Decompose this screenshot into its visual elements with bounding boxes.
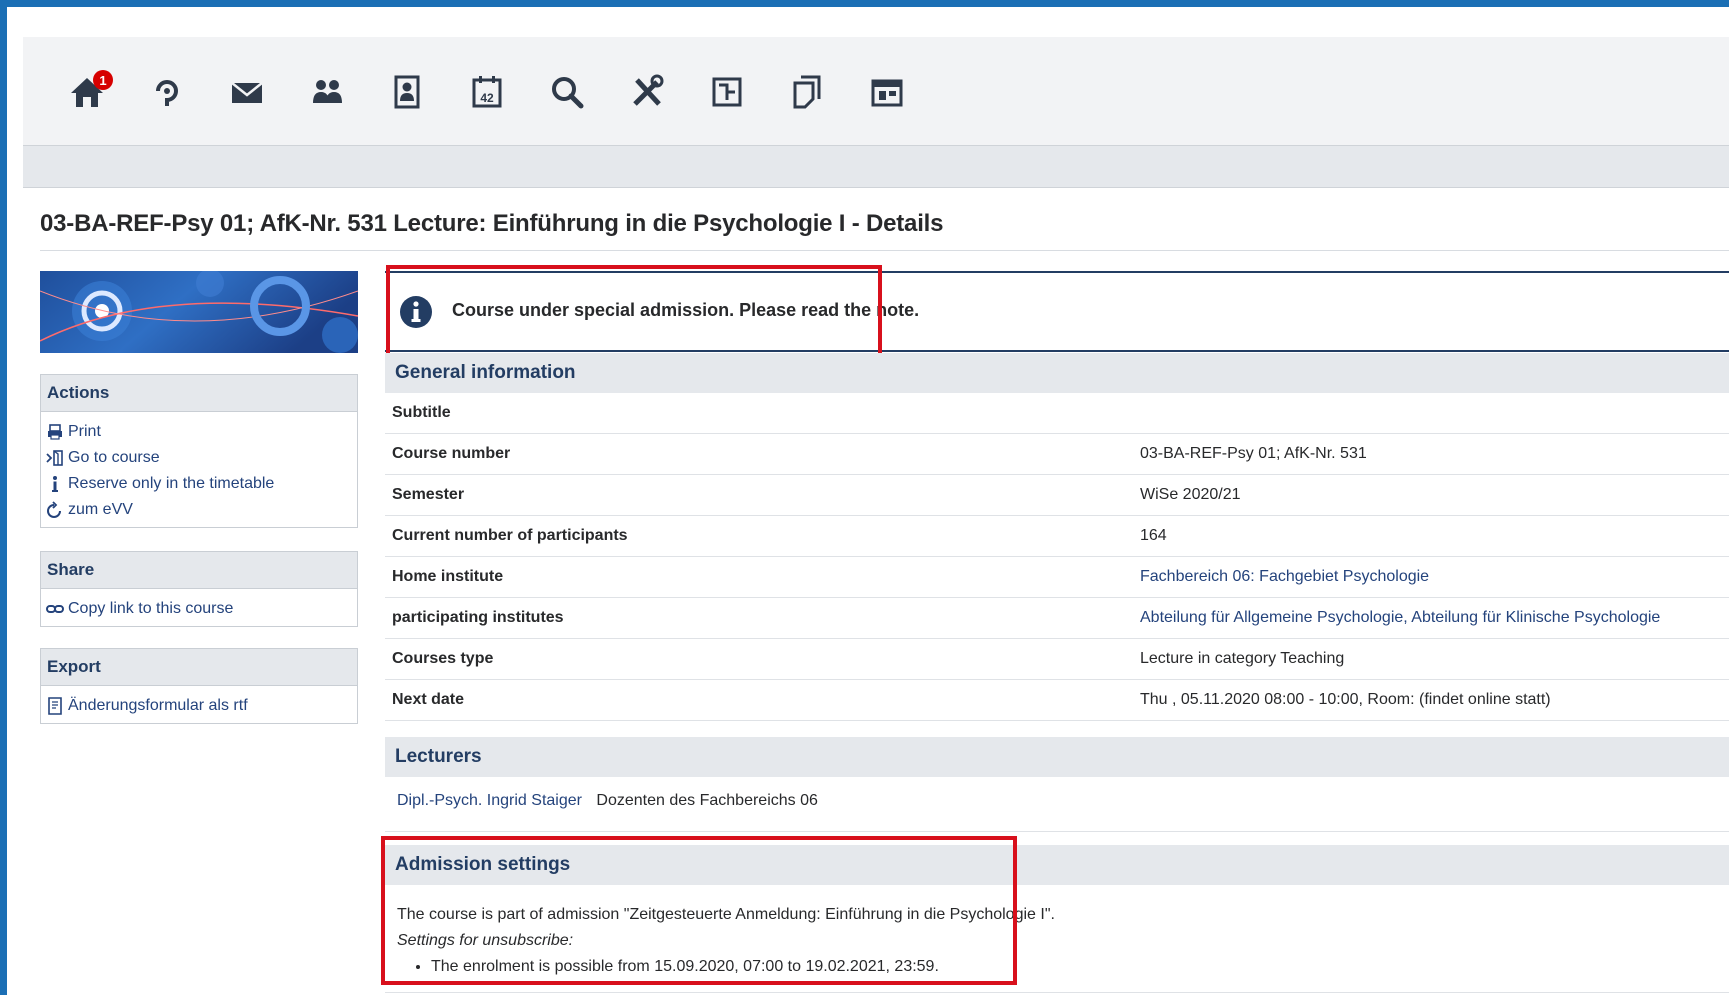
info-icon (46, 475, 64, 493)
top-navigation-bar: 1 42 (23, 37, 1729, 145)
lecturer-row: Dipl.-Psych. Ingrid Staiger Dozenten des… (397, 792, 818, 810)
table-row: participating institutes Abteilung für A… (385, 597, 1729, 639)
row-value: Lecture in category Teaching (1140, 638, 1729, 680)
profile-icon (394, 75, 420, 109)
print-icon (46, 423, 64, 441)
share-widget-title: Share (41, 552, 357, 589)
general-info-heading: General information (385, 353, 1729, 393)
share-widget: Share Copy link to this course (40, 551, 358, 627)
table-row: Course number 03-BA-REF-Psy 01; AfK-Nr. … (385, 433, 1729, 475)
nav-calendar[interactable]: 42 (447, 67, 527, 117)
plugin-icon (871, 79, 903, 107)
nav-profile[interactable] (367, 67, 447, 117)
link-icon (46, 600, 64, 618)
notification-badge: 1 (93, 70, 113, 90)
nav-community[interactable] (287, 67, 367, 117)
nav-tools[interactable] (607, 67, 687, 117)
lecturers-heading: Lecturers (385, 737, 1729, 777)
row-value: 164 (1140, 515, 1729, 557)
row-key: Next date (385, 679, 1140, 721)
file-icon (46, 697, 64, 715)
refresh-icon (46, 501, 64, 519)
row-value: WiSe 2020/21 (1140, 474, 1729, 516)
nav-plugins[interactable] (847, 67, 927, 117)
nav-icon-bar: 1 42 (47, 67, 927, 117)
nav-messages[interactable] (207, 67, 287, 117)
nav-search[interactable] (527, 67, 607, 117)
table-row: Subtitle (385, 393, 1729, 434)
export-rtf-form[interactable]: Änderungsformular als rtf (46, 693, 352, 719)
general-info-table: Subtitle Course number 03-BA-REF-Psy 01;… (385, 393, 1729, 721)
row-key: Course number (385, 433, 1140, 475)
navigation-subbar (23, 145, 1729, 188)
nav-documents[interactable] (767, 67, 847, 117)
participating-institutes-link[interactable]: Abteilung für Allgemeine Psychologie, Ab… (1140, 597, 1729, 639)
row-key: Current number of participants (385, 515, 1140, 557)
community-icon (313, 80, 342, 103)
page-title: 03-BA-REF-Psy 01; AfK-Nr. 531 Lecture: E… (40, 210, 944, 237)
admission-rule-item: The enrolment is possible from 15.09.202… (431, 954, 1055, 980)
mail-icon (231, 82, 263, 103)
actions-widget-title: Actions (41, 375, 357, 412)
table-row: Home institute Fachbereich 06: Fachgebie… (385, 556, 1729, 598)
share-copy-link[interactable]: Copy link to this course (46, 596, 352, 622)
table-row: Next date Thu , 05.11.2020 08:00 - 10:00… (385, 679, 1729, 721)
row-value: Thu , 05.11.2020 08:00 - 10:00, Room: (f… (1140, 679, 1729, 721)
action-print-label: Print (68, 423, 101, 440)
row-key: Subtitle (385, 393, 1140, 434)
action-go-to-course[interactable]: Go to course (46, 445, 352, 471)
title-divider (40, 250, 1729, 251)
admission-heading: Admission settings (385, 845, 1729, 885)
export-rtf-form-label: Änderungsformular als rtf (68, 697, 248, 714)
documents-icon (793, 75, 821, 109)
row-key: Courses type (385, 638, 1140, 680)
nav-activity[interactable] (127, 67, 207, 117)
nav-home[interactable]: 1 (47, 67, 127, 117)
export-widget: Export Änderungsformular als rtf (40, 648, 358, 724)
action-reserve-timetable[interactable]: Reserve only in the timetable (46, 471, 352, 497)
calendar-day-text: 42 (480, 91, 494, 105)
action-reserve-timetable-label: Reserve only in the timetable (68, 475, 275, 492)
row-key: Home institute (385, 556, 1140, 598)
home-institute-link[interactable]: Fachbereich 06: Fachgebiet Psychologie (1140, 556, 1729, 598)
share-copy-link-label: Copy link to this course (68, 600, 234, 617)
lecturers-divider (385, 831, 1729, 832)
admission-details: The course is part of admission "Zeitges… (397, 902, 1055, 980)
lecturer-role: Dozenten des Fachbereichs 06 (596, 792, 818, 809)
table-row: Current number of participants 164 (385, 515, 1729, 557)
search-icon (552, 77, 584, 109)
circle-icon (156, 80, 178, 106)
lecturer-name-link[interactable]: Dipl.-Psych. Ingrid Staiger (397, 792, 582, 809)
info-message-text: Course under special admission. Please r… (452, 300, 920, 320)
admission-rules-list: The enrolment is possible from 15.09.202… (397, 954, 1055, 980)
info-message-box: Course under special admission. Please r… (385, 271, 1729, 352)
actions-widget: Actions Print Go to course Reserve only … (40, 374, 358, 528)
admission-text: The course is part of admission "Zeitges… (397, 906, 1055, 923)
nav-timetable[interactable] (687, 67, 767, 117)
timetable-icon (712, 77, 742, 107)
course-banner-image (40, 271, 358, 353)
row-key: participating institutes (385, 597, 1140, 639)
action-zum-evv[interactable]: zum eVV (46, 497, 352, 523)
info-circle-icon (400, 296, 432, 328)
row-value (1140, 393, 1729, 434)
browser-viewport: 1 42 03-BA-REF-Psy 01; AfK-Nr. 531 Lectu… (7, 7, 1729, 995)
action-go-to-course-label: Go to course (68, 449, 160, 466)
action-zum-evv-label: zum eVV (68, 501, 133, 518)
enter-icon (46, 449, 64, 467)
action-print[interactable]: Print (46, 419, 352, 445)
unsubscribe-settings-label: Settings for unsubscribe: (397, 932, 574, 949)
table-row: Semester WiSe 2020/21 (385, 474, 1729, 516)
calendar-icon: 42 (472, 76, 502, 108)
admission-divider (385, 992, 1729, 993)
export-widget-title: Export (41, 649, 357, 686)
table-row: Courses type Lecture in category Teachin… (385, 638, 1729, 680)
row-value: 03-BA-REF-Psy 01; AfK-Nr. 531 (1140, 433, 1729, 475)
row-key: Semester (385, 474, 1140, 516)
tools-icon (633, 74, 664, 106)
